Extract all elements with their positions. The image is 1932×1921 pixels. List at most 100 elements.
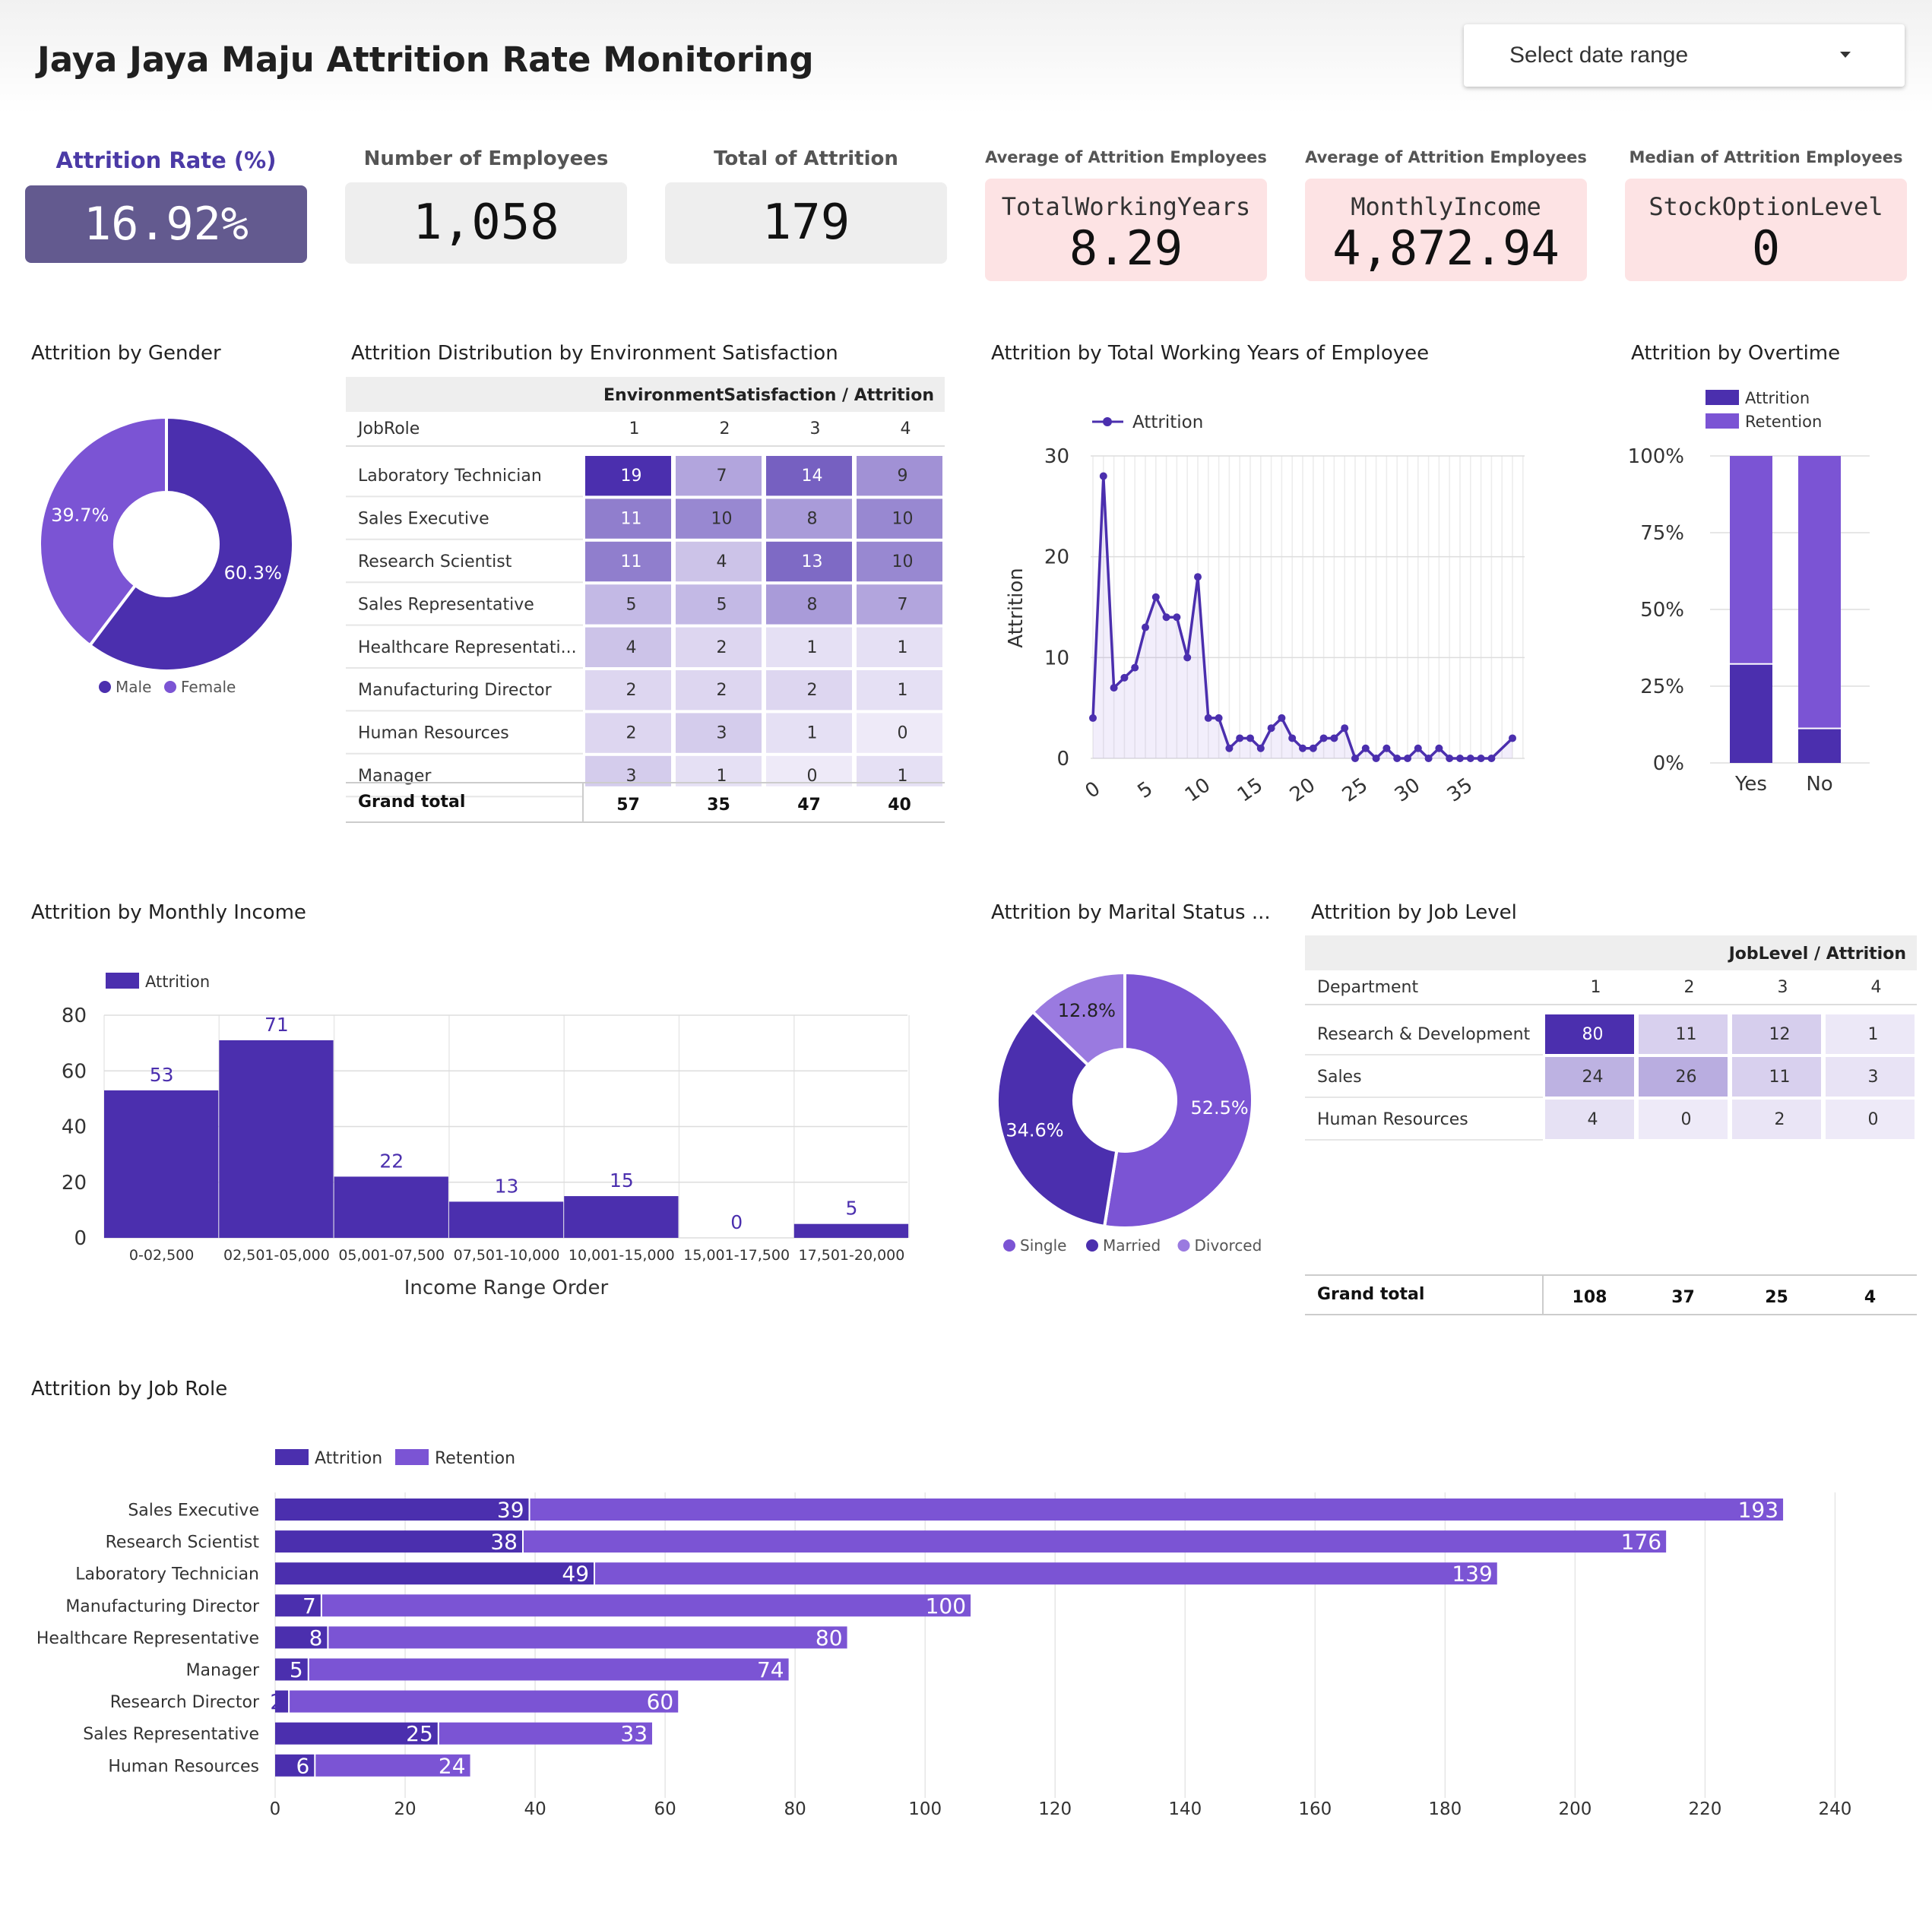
bar-value-label: 39 bbox=[497, 1498, 524, 1523]
bar-value-label: 60 bbox=[647, 1689, 674, 1714]
table-row-header: JobRole bbox=[356, 419, 420, 438]
legend-label: Single bbox=[1020, 1236, 1066, 1255]
table-col-header: 2 bbox=[1684, 978, 1695, 997]
legend-label: Attrition bbox=[1132, 413, 1203, 432]
line-point bbox=[1466, 755, 1474, 762]
legend-label: Male bbox=[116, 678, 151, 696]
table-row-label: Sales bbox=[1317, 1068, 1362, 1087]
bar-value-label: 13 bbox=[495, 1175, 519, 1197]
bar-value-label: 25 bbox=[406, 1721, 433, 1746]
line-point bbox=[1278, 714, 1286, 722]
line-point bbox=[1110, 684, 1118, 692]
x-tick-label: 120 bbox=[1038, 1799, 1072, 1819]
line-point bbox=[1372, 755, 1380, 762]
x-axis-label: Income Range Order bbox=[404, 1277, 609, 1299]
legend-dot-married bbox=[1086, 1239, 1098, 1252]
bar-attrition bbox=[275, 1562, 594, 1585]
overtime-stacked-bar-chart: 0% 25% 50% 75% 100% Yes No Attrition Retention bbox=[1628, 389, 1870, 796]
line-point bbox=[1299, 744, 1306, 752]
line-point bbox=[1246, 734, 1254, 742]
env-satisfaction-table: EnvironmentSatisfaction / Attrition JobRo… bbox=[346, 377, 945, 823]
table-total-value: 37 bbox=[1671, 1288, 1695, 1307]
bar-attrition bbox=[1730, 664, 1772, 763]
x-tick-label: 30 bbox=[1391, 774, 1424, 807]
legend-label: Married bbox=[1103, 1236, 1161, 1255]
x-tick-label: 02,501-05,000 bbox=[223, 1247, 330, 1264]
line-point bbox=[1256, 744, 1265, 752]
x-tick-label: 15,001-17,500 bbox=[683, 1247, 790, 1264]
line-point bbox=[1309, 744, 1317, 752]
line-point bbox=[1424, 755, 1433, 762]
bar-income bbox=[448, 1201, 564, 1238]
line-point bbox=[1151, 593, 1160, 601]
table-col-header: 3 bbox=[810, 419, 821, 438]
bar-value-label: 33 bbox=[620, 1721, 648, 1746]
legend-swatch bbox=[275, 1449, 309, 1465]
line-point bbox=[1341, 724, 1349, 733]
x-tick-label: 80 bbox=[784, 1799, 806, 1819]
line-point bbox=[1487, 755, 1496, 762]
job-role-stacked-bar-chart: 0 20 40 60 80 100 120 140 160 180 200 220 240 Sales E… bbox=[36, 1449, 1851, 1819]
bar-income bbox=[219, 1040, 334, 1238]
y-tick-label: Research Director bbox=[110, 1693, 260, 1712]
table-pivot-header: EnvironmentSatisfaction / Attrition bbox=[603, 386, 934, 405]
legend-swatch bbox=[1706, 413, 1739, 429]
line-point bbox=[1477, 755, 1485, 762]
x-tick-label: 20 bbox=[394, 1799, 416, 1819]
line-point bbox=[1204, 714, 1212, 722]
line-point bbox=[1236, 734, 1244, 742]
bar-retention bbox=[328, 1626, 847, 1649]
line-point bbox=[1173, 613, 1181, 622]
x-tick-label: Yes bbox=[1734, 773, 1767, 796]
table-cell-value: 3 bbox=[1868, 1068, 1879, 1087]
y-tick-label: Healthcare Representative bbox=[36, 1629, 259, 1648]
line-point bbox=[1142, 623, 1149, 631]
line-point bbox=[1120, 673, 1129, 682]
table-col-header: 2 bbox=[720, 419, 730, 438]
x-tick-label: 0 bbox=[1082, 777, 1105, 803]
x-tick-label: 140 bbox=[1168, 1799, 1202, 1819]
legend-label: Attrition bbox=[1745, 389, 1810, 407]
bar-value-label: 2 bbox=[270, 1689, 283, 1714]
table-row-label: Sales Representative bbox=[358, 595, 534, 614]
table-col-header: 3 bbox=[1778, 978, 1788, 997]
legend-swatch bbox=[1706, 390, 1739, 405]
table-total-value: 25 bbox=[1765, 1288, 1788, 1307]
legend-label: Attrition bbox=[145, 973, 210, 991]
bar-value-label: 100 bbox=[926, 1593, 966, 1619]
marital-donut-chart: 52.5% 34.6% 12.8% Single Married Divorced bbox=[995, 970, 1262, 1255]
line-point bbox=[1183, 654, 1192, 662]
line-point bbox=[1225, 744, 1234, 752]
bar-income bbox=[104, 1090, 219, 1238]
table-cell-value: 1 bbox=[807, 724, 818, 743]
x-tick-label: 40 bbox=[524, 1799, 546, 1819]
bar-value-label: 24 bbox=[439, 1753, 466, 1778]
table-cell-value: 9 bbox=[898, 467, 908, 486]
bar-income bbox=[334, 1176, 448, 1238]
line-point bbox=[1131, 663, 1139, 672]
table-total-value: 35 bbox=[707, 796, 730, 815]
line-point bbox=[1319, 734, 1328, 742]
bar-value-label: 6 bbox=[296, 1753, 309, 1778]
table-cell-value: 7 bbox=[717, 467, 727, 486]
table-cell-value: 3 bbox=[717, 724, 727, 743]
bar-value-label: 22 bbox=[379, 1150, 404, 1172]
legend-dot-single bbox=[1003, 1239, 1015, 1252]
x-tick-label: 35 bbox=[1443, 774, 1477, 807]
gender-donut-chart: 60.3% 39.7% Male Female bbox=[38, 415, 295, 696]
y-tick-label: Sales Executive bbox=[128, 1502, 259, 1521]
y-tick-label: 0% bbox=[1653, 752, 1684, 775]
table-pivot-header: JobLevel / Attrition bbox=[1728, 945, 1906, 964]
bar-value-label: 5 bbox=[845, 1198, 857, 1220]
table-total-label: Grand total bbox=[1317, 1285, 1424, 1304]
line-point bbox=[1456, 755, 1464, 762]
y-tick-label: Human Resources bbox=[108, 1757, 259, 1776]
pie-value-label: 60.3% bbox=[224, 562, 282, 584]
legend-label: Retention bbox=[1745, 413, 1822, 431]
table-cell-value: 4 bbox=[717, 552, 727, 571]
line-point bbox=[1361, 744, 1370, 752]
table-cell-value: 5 bbox=[626, 595, 637, 614]
line-point bbox=[1288, 734, 1297, 742]
table-row-label: Laboratory Technician bbox=[358, 467, 542, 486]
job-level-table: JobLevel / AttritionDepartment 1 2 3 4Resear… bbox=[1305, 935, 1917, 1315]
